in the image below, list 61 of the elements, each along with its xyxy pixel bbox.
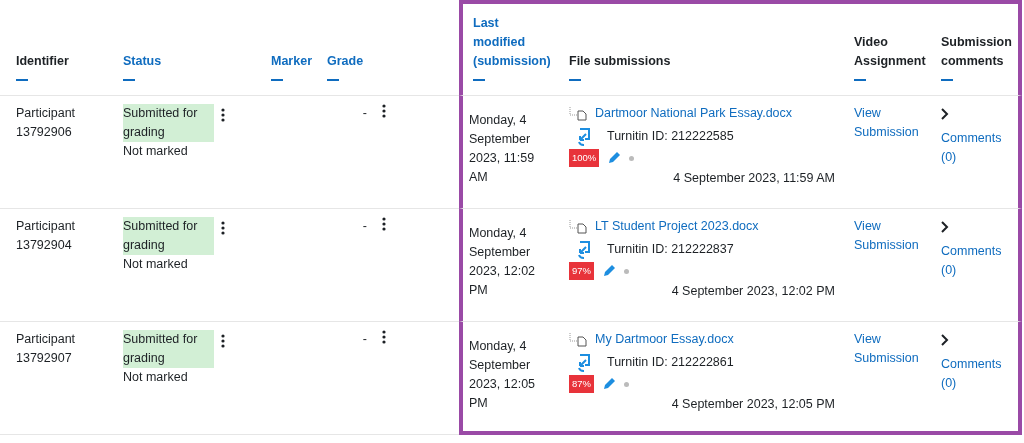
submission-date: 4 September 2023, 12:05 PM [671, 397, 835, 411]
participant-name: Participant 13792907 [16, 331, 77, 367]
more-menu-icon[interactable] [220, 108, 226, 122]
tree-connector-icon [569, 106, 587, 121]
view-submission-link[interactable]: View Submission [854, 104, 924, 142]
comments-link[interactable]: Comments (0) [941, 129, 1007, 167]
participant-name: Participant 13792906 [16, 105, 77, 141]
file-link[interactable]: Dartmoor National Park Essay.docx [595, 104, 793, 123]
similarity-badge[interactable]: 87% [569, 375, 594, 393]
grade-value: - [362, 106, 367, 120]
status-label: Submitted for grading [123, 217, 214, 255]
more-menu-icon[interactable] [381, 217, 387, 231]
file-link[interactable]: LT Student Project 2023.docx [595, 217, 759, 236]
chevron-icon[interactable] [941, 221, 949, 233]
column-header-link[interactable]: Grade [327, 52, 364, 71]
pencil-icon[interactable] [607, 151, 622, 165]
turnitin-icon[interactable] [577, 353, 591, 372]
comments-link[interactable]: Comments (0) [941, 355, 1007, 393]
column-header: Video Assignment [854, 35, 926, 68]
column-header: Submission comments [941, 35, 1012, 68]
modified-date: Monday, 4 September 2023, 12:02 PM [469, 225, 537, 299]
similarity-badge[interactable]: 97% [569, 262, 594, 280]
submission-date: 4 September 2023, 12:02 PM [671, 284, 835, 298]
pencil-icon[interactable] [602, 377, 616, 391]
tree-connector-icon [569, 219, 587, 234]
tree-connector-icon [569, 332, 587, 347]
chevron-icon[interactable] [941, 108, 949, 120]
status-label: Submitted for grading [123, 330, 214, 368]
modified-date: Monday, 4 September 2023, 11:59 AM [469, 112, 536, 186]
turnitin-icon[interactable] [577, 127, 591, 146]
submission-date: 4 September 2023, 11:59 AM [673, 171, 835, 185]
view-submission-link[interactable]: View Submission [854, 217, 924, 255]
column-header: File submissions [569, 54, 671, 68]
view-submission-link[interactable]: View Submission [854, 330, 924, 368]
column-header-link[interactable]: Status [123, 52, 162, 71]
status-dot-icon [624, 268, 629, 274]
grade-value: - [362, 219, 367, 233]
column-header-link[interactable]: Marker [271, 52, 312, 71]
grade-value: - [362, 332, 367, 346]
chevron-icon[interactable] [941, 334, 949, 346]
comments-link[interactable]: Comments (0) [941, 242, 1007, 280]
status-dot-icon [624, 381, 629, 387]
status-dot-icon [629, 155, 635, 161]
pencil-icon[interactable] [602, 264, 616, 278]
status-label: Submitted for grading [123, 104, 214, 142]
turnitin-id: Turnitin ID: 212222861 [607, 354, 734, 371]
turnitin-icon[interactable] [577, 240, 591, 259]
turnitin-id: Turnitin ID: 212222837 [607, 241, 734, 258]
more-menu-icon[interactable] [220, 334, 226, 348]
similarity-badge[interactable]: 100% [569, 149, 600, 167]
participant-name: Participant 13792904 [16, 218, 77, 254]
file-link[interactable]: My Dartmoor Essay.docx [595, 330, 734, 349]
more-menu-icon[interactable] [220, 221, 226, 235]
marking-status: Not marked [123, 143, 189, 160]
marking-status: Not marked [123, 369, 189, 386]
marking-status: Not marked [123, 256, 189, 273]
modified-date: Monday, 4 September 2023, 12:05 PM [469, 338, 537, 412]
column-header: Identifier [16, 54, 69, 68]
more-menu-icon[interactable] [381, 104, 387, 118]
more-menu-icon[interactable] [381, 330, 387, 344]
turnitin-id: Turnitin ID: 212222585 [607, 128, 734, 145]
